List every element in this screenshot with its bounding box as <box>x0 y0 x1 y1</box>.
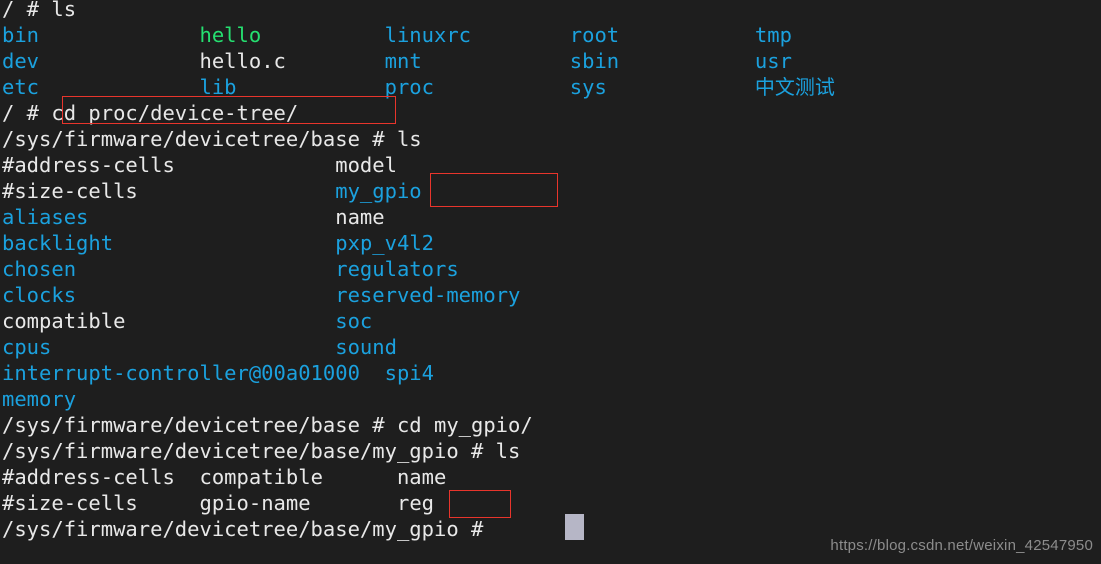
terminal-text: dev <box>2 49 40 73</box>
terminal-screen: / # ls bin hello linuxrc root tmp dev hell… <box>2 0 1101 542</box>
terminal-text: regulators <box>335 257 459 281</box>
terminal-text: aliases <box>2 205 89 229</box>
terminal-text: compatible <box>2 309 126 333</box>
text-cursor <box>565 514 584 540</box>
terminal-text: cpus <box>2 335 52 359</box>
terminal-text: hello <box>199 23 262 47</box>
terminal-text: #address-cells <box>2 465 175 489</box>
terminal-text: sys <box>569 75 607 99</box>
line-base-ls-row-6: clocks reserved-memory <box>2 282 1101 308</box>
line-root-ls-row-1: bin hello linuxrc root tmp <box>2 22 1101 48</box>
terminal-text: usr <box>754 49 792 73</box>
terminal-text: mnt <box>384 49 422 73</box>
terminal-text: / # ls <box>2 0 77 21</box>
terminal-text: #size-cells <box>2 179 138 203</box>
terminal-text: pxp_v4l2 <box>335 231 435 255</box>
terminal-text: compatible <box>199 465 323 489</box>
line-prompt-ls-base: /sys/firmware/devicetree/base # ls <box>2 126 1101 152</box>
line-base-ls-row-7: compatible soc <box>2 308 1101 334</box>
line-base-ls-row-2: #size-cells my_gpio <box>2 178 1101 204</box>
line-base-ls-row-1: #address-cells model <box>2 152 1101 178</box>
terminal-text: /sys/firmware/devicetree/base # cd my_gp… <box>2 413 533 437</box>
terminal-text: interrupt-controller@00a01000 <box>2 361 360 385</box>
terminal-text: root <box>569 23 620 47</box>
terminal-text: sound <box>335 335 397 359</box>
watermark-url: https://blog.csdn.net/weixin_42547950 <box>830 537 1093 554</box>
line-prompt-ls-mygpio: /sys/firmware/devicetree/base/my_gpio # … <box>2 438 1101 464</box>
line-mygpio-ls-row-2: #size-cells gpio-name reg <box>2 490 1101 516</box>
terminal-text: name <box>396 465 447 489</box>
line-base-ls-row-9: interrupt-controller@00a01000 spi4 <box>2 360 1101 386</box>
line-base-ls-row-8: cpus sound <box>2 334 1101 360</box>
line-base-ls-row-3: aliases name <box>2 204 1101 230</box>
terminal-text: soc <box>335 309 373 333</box>
line-prompt-cd-mygpio: /sys/firmware/devicetree/base # cd my_gp… <box>2 412 1101 438</box>
terminal-text: reserved-memory <box>335 283 521 307</box>
terminal-window[interactable]: / # ls bin hello linuxrc root tmp dev hell… <box>0 0 1101 564</box>
terminal-text: /sys/firmware/devicetree/base/my_gpio # … <box>2 439 521 463</box>
terminal-text: bin <box>2 23 40 47</box>
terminal-text: linuxrc <box>384 23 472 47</box>
terminal-text: lib <box>199 75 237 99</box>
terminal-text: sbin <box>569 49 620 73</box>
terminal-text: gpio-name <box>199 491 311 515</box>
terminal-text: / # <box>2 101 52 125</box>
terminal-text: clocks <box>2 283 77 307</box>
terminal-text: name <box>335 205 385 229</box>
terminal-text: etc <box>2 75 40 99</box>
line-base-ls-row-4: backlight pxp_v4l2 <box>2 230 1101 256</box>
terminal-text: model <box>335 153 397 177</box>
terminal-text: proc <box>384 75 434 99</box>
line-root-ls-row-3: etc lib proc sys 中文测试 <box>2 74 1101 100</box>
line-base-ls-row-5: chosen regulators <box>2 256 1101 282</box>
terminal-text: reg <box>396 491 435 515</box>
terminal-text: cd proc/device-tree/ <box>51 101 299 125</box>
terminal-text: memory <box>2 387 77 411</box>
line-base-ls-row-10: memory <box>2 386 1101 412</box>
terminal-text: hello.c <box>199 49 286 73</box>
terminal-text: tmp <box>754 23 792 47</box>
terminal-text: /sys/firmware/devicetree/base/my_gpio # <box>2 517 496 541</box>
terminal-text: #address-cells <box>2 153 175 177</box>
line-mygpio-ls-row-1: #address-cells compatible name <box>2 464 1101 490</box>
line-prompt-cd-devicetree: / # cd proc/device-tree/ <box>2 100 1101 126</box>
line-root-ls-row-2: dev hello.c mnt sbin usr <box>2 48 1101 74</box>
terminal-text: chosen <box>2 257 77 281</box>
terminal-text: spi4 <box>384 361 434 385</box>
line-prompt-ls-root: / # ls <box>2 0 1101 22</box>
terminal-text: 中文测试 <box>754 75 835 99</box>
terminal-text: #size-cells <box>2 491 138 515</box>
terminal-text: /sys/firmware/devicetree/base # ls <box>2 127 422 151</box>
terminal-text: my_gpio <box>335 179 422 203</box>
terminal-text: backlight <box>2 231 114 255</box>
